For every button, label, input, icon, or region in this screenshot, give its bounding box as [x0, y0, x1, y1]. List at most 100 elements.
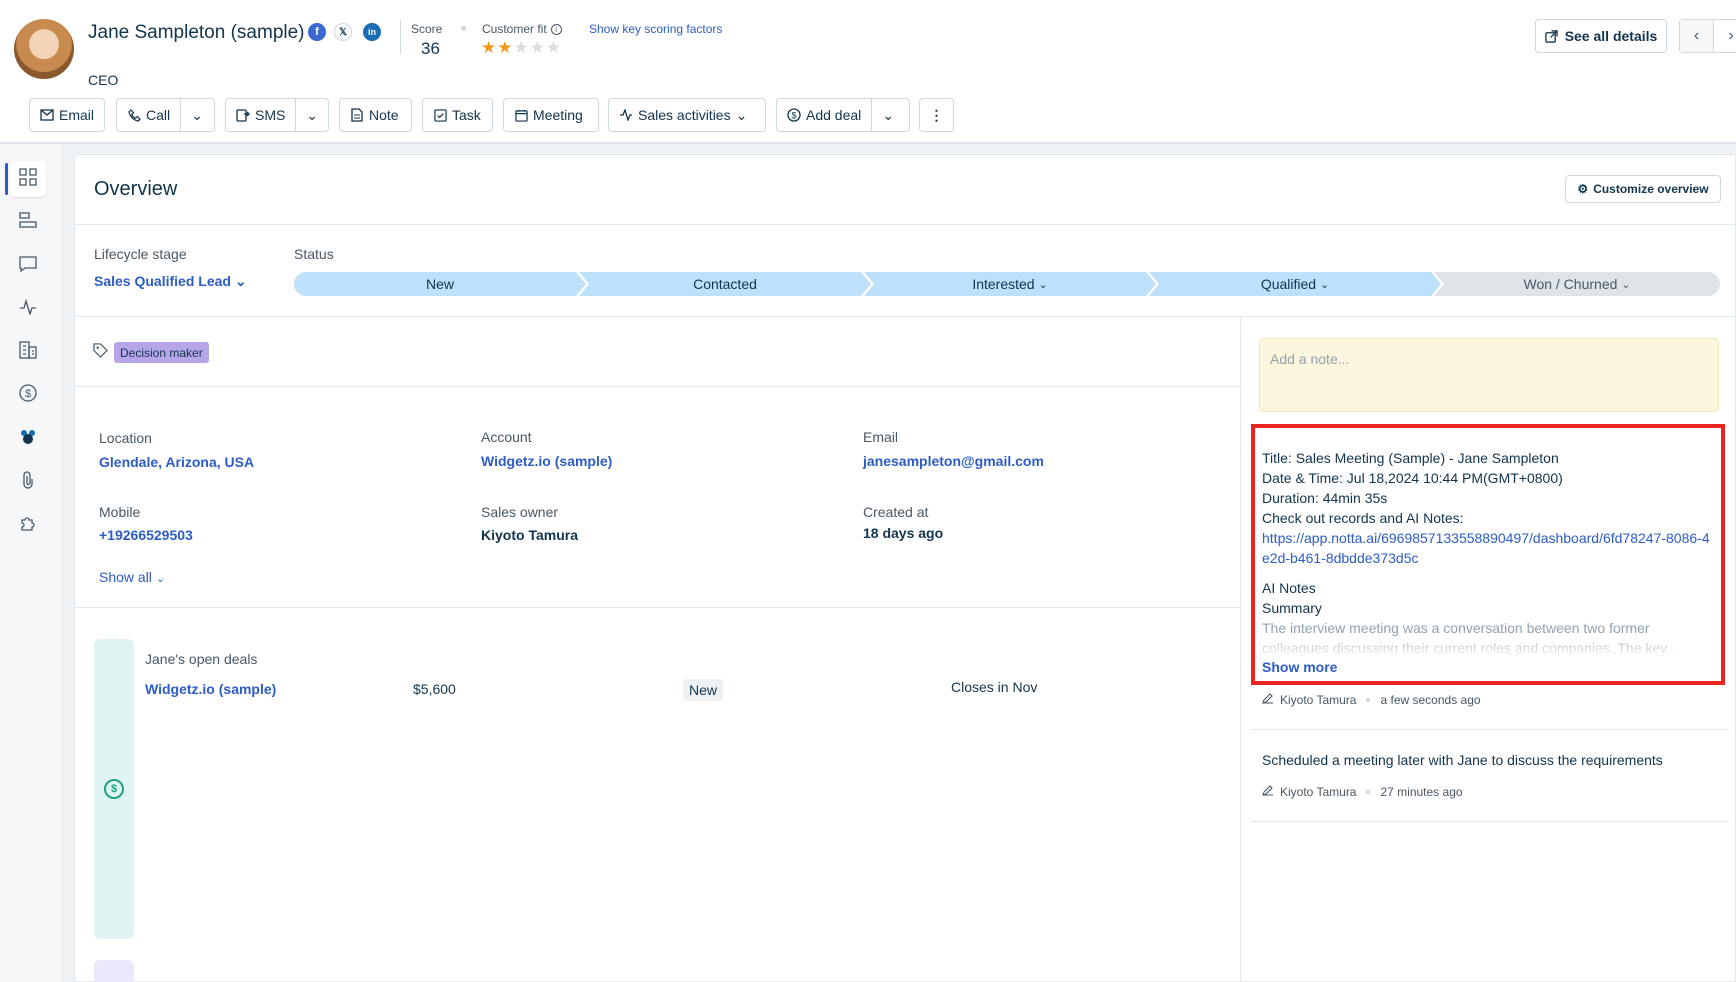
chevron-down-icon: ⌄ — [155, 573, 166, 585]
note-author: Kiyoto Tamura — [1280, 784, 1357, 799]
sidebar-item-activities[interactable] — [10, 291, 46, 327]
previous-record-button[interactable]: ‹ — [1680, 20, 1715, 52]
chevron-down-icon: ⌄ — [234, 273, 247, 289]
status-stage-won-churned[interactable]: Won / Churned ⌄ — [1434, 272, 1720, 296]
chevron-down-icon: ⌄ — [1038, 278, 1048, 291]
activities-icon — [19, 298, 37, 320]
location-value[interactable]: Glendale, Arizona, USA — [99, 454, 254, 470]
sidebar-item-conversations[interactable] — [10, 248, 46, 284]
show-more-button[interactable]: Show more — [1262, 659, 1337, 675]
divider — [74, 316, 1736, 317]
status-stage-contacted[interactable]: Contacted — [579, 272, 871, 296]
add-deal-button-group: $ Add deal ⌄ — [776, 98, 910, 132]
column-divider — [1240, 316, 1241, 982]
meeting-button[interactable]: Meeting — [503, 98, 599, 132]
customer-fit-text: Customer fit — [482, 22, 547, 36]
gear-icon: ⚙ — [1577, 182, 1589, 196]
note-button[interactable]: Note — [339, 98, 412, 132]
sms-button[interactable]: SMS — [226, 99, 295, 131]
note-summary-heading: Summary — [1262, 600, 1322, 616]
add-deal-button[interactable]: $ Add deal — [777, 99, 871, 131]
tag-icon — [93, 343, 108, 363]
star-icon: ★ — [481, 38, 498, 57]
status-stage-new[interactable]: New — [294, 272, 586, 296]
chevron-down-icon: ⌄ — [735, 106, 748, 123]
deal-stage-badge: New — [683, 679, 724, 701]
divider — [400, 20, 401, 54]
note-title: Title: Sales Meeting (Sample) - Jane Sam… — [1262, 450, 1559, 466]
status-stage-label: Qualified — [1260, 276, 1317, 292]
add-note-input[interactable]: Add a note... — [1259, 338, 1719, 412]
status-stage-qualified[interactable]: Qualified ⌄ — [1149, 272, 1441, 296]
timeline-icon — [19, 211, 37, 234]
chevron-down-icon: ⌄ — [882, 106, 895, 123]
deals-icon: $ — [19, 383, 37, 407]
note-summary-text: The interview meeting was a conversation… — [1262, 620, 1678, 656]
sidebar-item-attachments[interactable] — [10, 464, 46, 500]
more-vertical-icon: ⋮ — [929, 106, 944, 123]
sidebar-item-overview[interactable] — [5, 161, 46, 197]
more-actions-button[interactable]: ⋮ — [919, 98, 954, 132]
sidebar-item-team[interactable] — [10, 420, 46, 456]
deal-close-date: Closes in Nov — [951, 679, 1038, 695]
chevron-down-icon: ⌄ — [306, 106, 319, 123]
note-time: 27 minutes ago — [1380, 784, 1463, 799]
call-options-dropdown[interactable]: ⌄ — [180, 99, 213, 131]
sidebar-item-timeline[interactable] — [10, 204, 46, 240]
sidebar-item-deals[interactable]: $ — [10, 377, 46, 413]
chevron-down-icon: ⌄ — [1319, 278, 1330, 291]
customize-overview-button[interactable]: ⚙ Customize overview — [1565, 175, 1721, 203]
sms-options-dropdown[interactable]: ⌄ — [295, 99, 328, 131]
add-deal-options-dropdown[interactable]: ⌄ — [871, 99, 904, 131]
avatar[interactable] — [14, 19, 74, 79]
tag-decision-maker[interactable]: Decision maker — [114, 342, 209, 363]
show-scoring-factors-link[interactable]: Show key scoring factors — [589, 22, 722, 36]
sms-label: SMS — [255, 107, 286, 123]
x-icon[interactable]: 𝕏 — [334, 23, 352, 41]
note-url-link[interactable]: https://app.notta.ai/6969857133558890497… — [1262, 528, 1712, 568]
next-record-button[interactable]: › — [1714, 20, 1736, 52]
divider — [74, 607, 1240, 608]
team-icon — [19, 427, 37, 450]
lifecycle-stage-label: Lifecycle stage — [94, 246, 187, 262]
note-records-text: Check out records and AI Notes: — [1262, 510, 1464, 526]
sidebar-item-integrations[interactable] — [10, 507, 46, 543]
note-ai-notes-heading: AI Notes — [1262, 580, 1316, 596]
see-all-details-button[interactable]: See all details — [1535, 19, 1667, 53]
lifecycle-stage-value: Sales Qualified Lead — [94, 273, 231, 289]
sms-button-group: SMS ⌄ — [225, 98, 329, 132]
contact-header: Jane Sampleton (sample) f 𝕏 in Score 36 … — [0, 0, 1736, 144]
sidebar-item-accounts[interactable] — [10, 334, 46, 370]
linkedin-icon[interactable]: in — [363, 23, 381, 41]
overview-icon — [19, 167, 37, 191]
created-at-value: 18 days ago — [863, 525, 944, 541]
email-link[interactable]: janesampleton@gmail.com — [863, 453, 1044, 469]
lifecycle-stage-dropdown[interactable]: Sales Qualified Lead ⌄ — [94, 273, 247, 290]
status-stage-interested[interactable]: Interested ⌄ — [864, 272, 1156, 296]
task-button[interactable]: Task — [422, 98, 493, 132]
divider — [1251, 821, 1729, 822]
facebook-icon[interactable]: f — [308, 23, 326, 41]
contact-name: Jane Sampleton (sample) — [88, 22, 305, 43]
task-label: Task — [452, 107, 481, 123]
sms-icon — [236, 108, 250, 122]
call-button-group: Call ⌄ — [116, 98, 215, 132]
info-icon[interactable]: i — [550, 24, 562, 35]
account-link[interactable]: Widgetz.io (sample) — [481, 453, 612, 469]
mobile-link[interactable]: +19266529503 — [99, 527, 193, 543]
sales-activities-dropdown[interactable]: Sales activities ⌄ — [608, 98, 766, 132]
call-button[interactable]: Call — [117, 99, 180, 131]
pencil-icon — [1262, 784, 1274, 799]
next-section-bar — [94, 960, 134, 982]
divider — [74, 386, 1240, 387]
show-all-fields-button[interactable]: Show all ⌄ — [99, 569, 165, 585]
deal-link[interactable]: Widgetz.io (sample) — [145, 681, 276, 697]
pencil-icon — [1262, 692, 1274, 707]
svg-text:$: $ — [25, 388, 31, 400]
account-label: Account — [481, 429, 532, 445]
integrations-icon — [19, 514, 37, 537]
email-label: Email — [863, 429, 899, 445]
email-button[interactable]: Email — [29, 98, 105, 132]
note-meta: Kiyoto Tamura 27 minutes ago — [1262, 784, 1463, 799]
contact-role: CEO — [88, 72, 119, 88]
